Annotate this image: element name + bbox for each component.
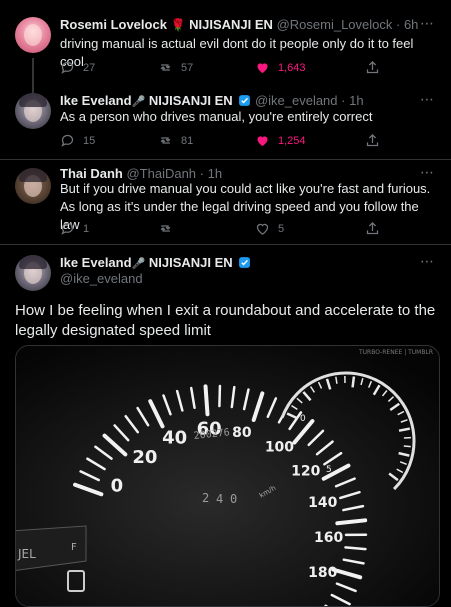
retweet-icon [158,133,173,148]
fuel-full-label: F [71,542,77,553]
retweet-count: 81 [181,135,193,147]
org-name: NIJISANJI EN [149,255,233,270]
reply-icon [60,60,75,75]
speed-tick [346,547,366,549]
avatar-hair [19,93,47,107]
main-tweet-text: How I be feeling when I exit a roundabou… [15,301,440,341]
reply-count: 1 [83,223,89,235]
speed-label: 80 [232,425,252,441]
share-button[interactable] [365,60,380,75]
display-name[interactable]: Rosemi Lovelock [60,17,167,32]
handle[interactable]: @ike_eveland [60,271,143,287]
share-icon [365,60,380,75]
avatar[interactable] [15,93,51,129]
share-button[interactable] [365,221,380,236]
tweet-header: Ike Eveland🎤 NIJISANJI EN [60,255,251,272]
like-count: 5 [278,223,284,235]
avatar-hair [19,168,47,182]
retweet-icon [158,60,173,75]
tweet-actions: 1 5 [60,221,390,239]
tweet-rosemi[interactable]: Rosemi Lovelock 🌹 NIJISANJI EN @Rosemi_L… [0,0,451,88]
avatar[interactable] [15,17,51,53]
sub-digit: 0 [230,492,237,506]
avatar[interactable] [15,168,51,204]
like-button[interactable]: 5 [255,221,284,236]
sub-digit: 4 [216,492,223,506]
reply-button[interactable]: 15 [60,133,95,148]
tweet-header: Rosemi Lovelock 🌹 NIJISANJI EN @Rosemi_L… [60,17,418,33]
retweet-icon [158,221,173,236]
reply-icon [60,133,75,148]
tach-label: 0 [300,414,306,424]
speed-label: 0 [111,475,124,496]
speed-label: 160 [314,530,343,546]
handle[interactable]: @Rosemi_Lovelock [277,17,393,32]
org-name: NIJISANJI EN [189,17,273,32]
microphone-icon: 🎤 [132,256,146,272]
more-icon[interactable]: ⋯ [420,15,435,32]
tweet-actions: 27 57 1,643 [60,60,390,78]
speed-tick [206,386,208,414]
reply-icon [60,221,75,236]
speed-label: 20 [132,447,157,468]
more-icon[interactable]: ⋯ [420,91,435,108]
speed-label: 40 [162,427,187,448]
tach-tick [353,376,354,387]
reply-button[interactable]: 27 [60,60,95,75]
retweet-button[interactable]: 57 [158,60,193,75]
tweet-actions: 15 81 1,254 [60,133,390,151]
tach-tick [404,446,411,447]
timestamp[interactable]: · 1h [200,166,222,181]
retweet-button[interactable]: 81 [158,133,193,148]
speedometer-image: 020406080100120140160180 200276 km/h 2 4… [16,346,439,606]
media-watermark: TURBO-RENEE | TUMBLR [359,349,433,356]
more-icon[interactable]: ⋯ [420,164,435,181]
timestamp[interactable]: · 6h [396,17,418,32]
avatar-face [24,24,42,46]
like-count: 1,643 [278,62,306,74]
tweet-text: As a person who drives manual, you're en… [60,108,435,126]
retweet-count: 57 [181,62,193,74]
speed-label: 120 [291,464,320,480]
display-name[interactable]: Ike Eveland [60,255,132,270]
verified-icon [238,256,251,269]
like-button[interactable]: 1,643 [255,60,306,75]
retweet-button[interactable] [158,221,181,236]
speed-tick [219,386,220,406]
like-count: 1,254 [278,135,306,147]
display-name[interactable]: Thai Danh [60,166,123,181]
speed-label: 100 [265,439,294,455]
fuel-label: JEL [17,547,36,561]
share-icon [365,221,380,236]
timestamp[interactable]: · 1h [341,93,363,108]
avatar[interactable] [15,255,51,291]
like-icon [255,60,270,75]
like-icon [255,133,270,148]
tach-label: 5 [326,465,332,475]
handle[interactable]: @ike_eveland [255,93,338,108]
tweet-ike[interactable]: Ike Eveland🎤 NIJISANJI EN @ike_eveland ·… [0,88,451,160]
tweet-thai[interactable]: Thai Danh @ThaiDanh · 1h ⋯ But if you dr… [0,160,451,244]
reply-button[interactable]: 1 [60,221,89,236]
like-button[interactable]: 1,254 [255,133,306,148]
share-button[interactable] [365,133,380,148]
rose-icon: 🌹 [171,18,186,32]
more-icon[interactable]: ⋯ [420,253,435,270]
reply-count: 27 [83,62,95,74]
org-name: NIJISANJI EN [149,93,233,108]
speed-label: 180 [308,565,337,581]
sub-digit: 2 [202,491,209,505]
avatar-hair [19,255,47,269]
tweet-media[interactable]: 020406080100120140160180 200276 km/h 2 4… [15,345,440,607]
like-icon [255,221,270,236]
speed-label: 140 [308,495,337,511]
handle[interactable]: @ThaiDanh [126,166,196,181]
display-name[interactable]: Ike Eveland [60,93,132,108]
share-icon [365,133,380,148]
reply-count: 15 [83,135,95,147]
verified-icon [238,94,251,107]
